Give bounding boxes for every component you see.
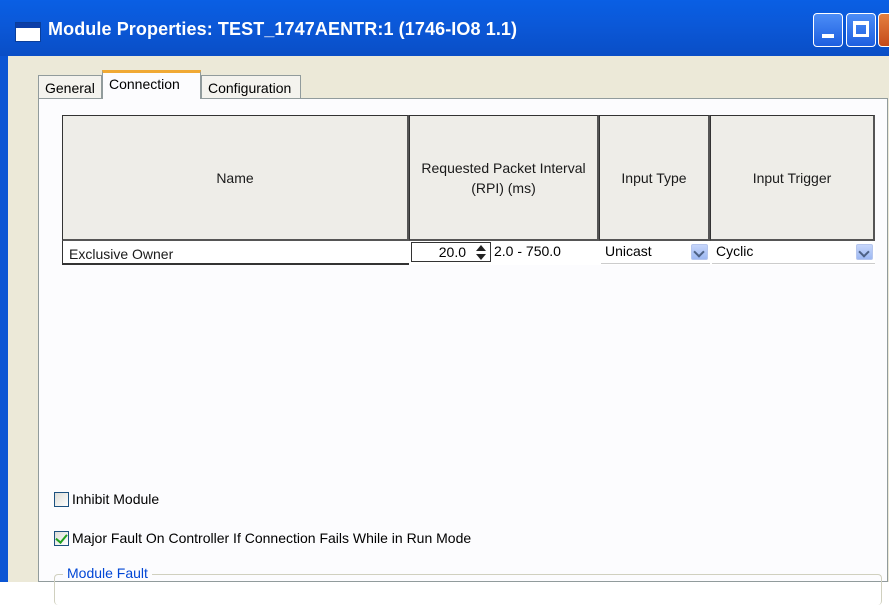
module-fault-title: Module Fault bbox=[63, 565, 152, 581]
input-trigger-select[interactable]: Cyclic bbox=[712, 241, 875, 264]
minimize-icon bbox=[822, 34, 834, 38]
column-header-input-type-label: Input Type bbox=[621, 169, 687, 186]
window-frame: General Connection Configuration Name Re… bbox=[0, 56, 889, 605]
inhibit-module-checkbox[interactable] bbox=[54, 492, 69, 507]
connection-name-cell[interactable]: Exclusive Owner bbox=[62, 241, 409, 265]
major-fault-checkbox[interactable] bbox=[54, 531, 69, 546]
module-fault-groupbox bbox=[54, 574, 882, 605]
input-type-value: Unicast bbox=[605, 243, 652, 259]
title-bar[interactable]: Module Properties: TEST_1747AENTR:1 (174… bbox=[0, 0, 889, 56]
column-header-name[interactable]: Name bbox=[62, 115, 409, 241]
tab-connection[interactable]: Connection bbox=[102, 70, 201, 99]
window-title: Module Properties: TEST_1747AENTR:1 (174… bbox=[48, 19, 518, 39]
column-header-rpi-label: Requested Packet Interval (RPI) (ms) bbox=[421, 159, 586, 196]
table-row: Exclusive Owner 20.0 2.0 - 750.0 Unicast bbox=[62, 241, 875, 265]
input-type-select[interactable]: Unicast bbox=[601, 241, 710, 264]
spin-up-icon[interactable] bbox=[476, 245, 486, 251]
tab-configuration[interactable]: Configuration bbox=[201, 75, 301, 99]
checkmark-icon bbox=[55, 531, 68, 544]
inhibit-module-label[interactable]: Inhibit Module bbox=[72, 491, 159, 507]
column-header-name-label: Name bbox=[216, 169, 254, 186]
minimize-button[interactable] bbox=[813, 13, 843, 47]
input-trigger-value: Cyclic bbox=[716, 243, 754, 259]
column-header-rpi[interactable]: Requested Packet Interval (RPI) (ms) bbox=[409, 115, 599, 241]
column-header-input-trigger[interactable]: Input Trigger bbox=[710, 115, 875, 241]
dialog-client-area: General Connection Configuration Name Re… bbox=[8, 56, 889, 605]
chevron-down-icon[interactable] bbox=[856, 244, 873, 260]
spin-icon[interactable] bbox=[474, 245, 488, 260]
close-button[interactable] bbox=[878, 13, 889, 47]
chevron-down-icon[interactable] bbox=[691, 244, 708, 260]
rpi-cell: 20.0 2.0 - 750.0 bbox=[409, 241, 599, 265]
rpi-range: 2.0 - 750.0 bbox=[494, 243, 561, 259]
tab-general[interactable]: General bbox=[38, 75, 102, 99]
column-header-input-trigger-label: Input Trigger bbox=[752, 169, 832, 186]
rpi-stepper[interactable]: 20.0 bbox=[411, 242, 491, 262]
window-icon bbox=[15, 22, 41, 42]
connection-tab-panel: Name Requested Packet Interval (RPI) (ms… bbox=[38, 98, 888, 605]
maximize-button[interactable] bbox=[846, 13, 876, 47]
rpi-value: 20.0 bbox=[438, 244, 466, 260]
spin-down-icon[interactable] bbox=[476, 254, 486, 260]
maximize-icon bbox=[853, 21, 869, 37]
connection-grid: Name Requested Packet Interval (RPI) (ms… bbox=[62, 115, 875, 265]
column-header-input-type[interactable]: Input Type bbox=[599, 115, 710, 241]
major-fault-label[interactable]: Major Fault On Controller If Connection … bbox=[72, 530, 471, 546]
